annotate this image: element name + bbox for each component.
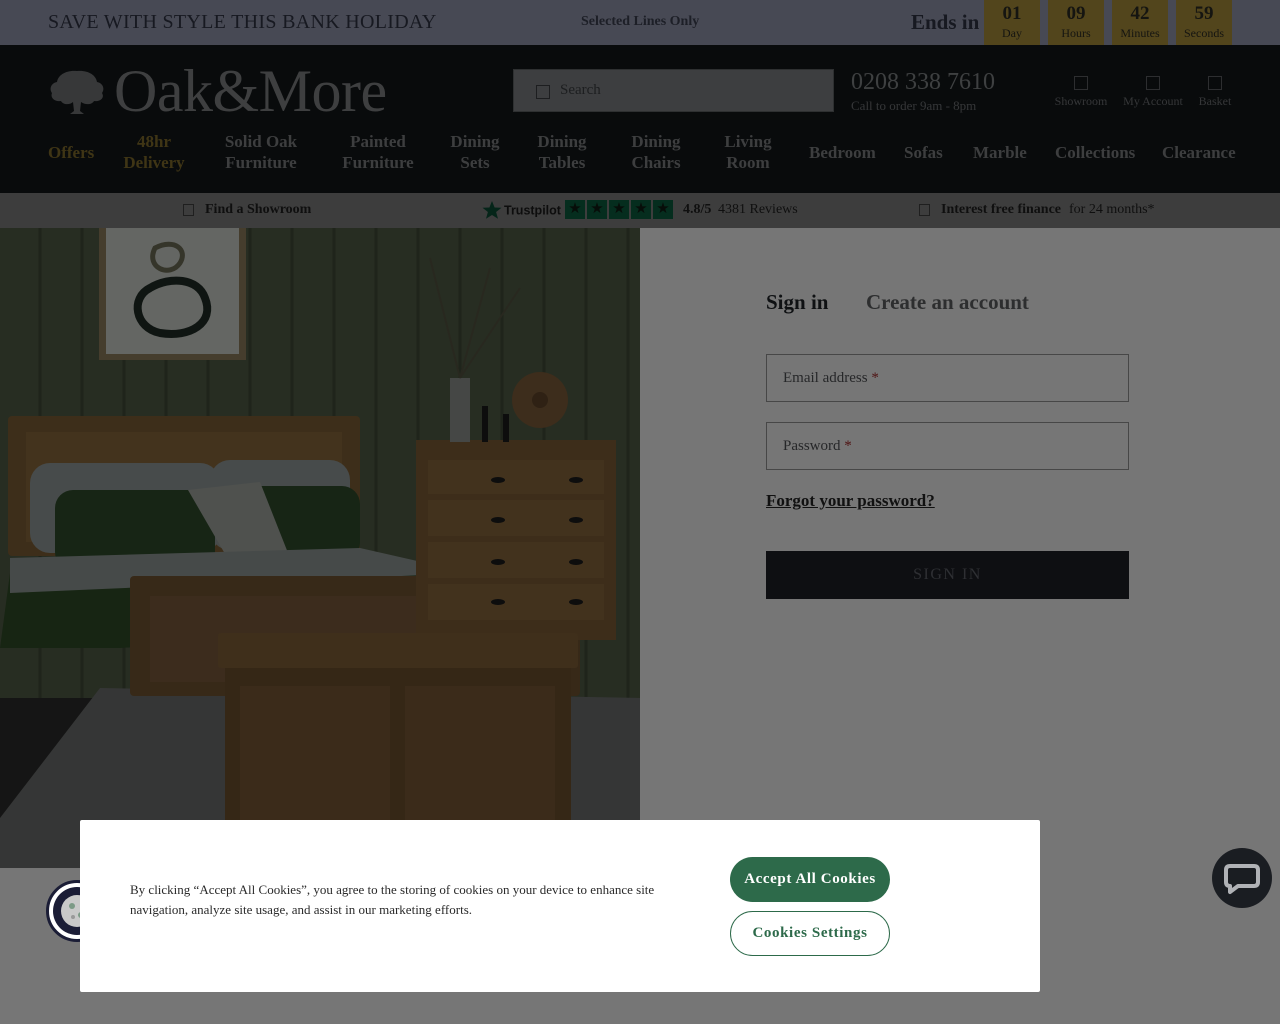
accept-all-cookies-button[interactable]: Accept All Cookies	[730, 857, 890, 902]
basket-link[interactable]: Basket	[1198, 76, 1232, 109]
my-account-link[interactable]: My Account	[1122, 76, 1184, 109]
email-field[interactable]: Email address *	[766, 354, 1129, 402]
finance-rest-text: for 24 months*	[1069, 202, 1155, 217]
find-showroom-link[interactable]: Find a Showroom	[205, 202, 311, 218]
nav-clearance[interactable]: Clearance	[1162, 142, 1236, 163]
trustpilot-reviews[interactable]: 4381 Reviews	[718, 202, 798, 218]
trustpilot-logo[interactable]: Trustpilot	[482, 200, 562, 225]
nav-solid-oak-furniture[interactable]: Solid Oak Furniture	[222, 131, 300, 173]
search-input[interactable]	[560, 70, 830, 111]
cookies-settings-button[interactable]: Cookies Settings	[730, 911, 890, 956]
sign-in-button[interactable]: SIGN IN	[766, 551, 1129, 599]
oak-tree-logo-icon[interactable]	[48, 67, 106, 115]
nav-dining-sets[interactable]: Dining Sets	[448, 131, 502, 173]
nav-offers[interactable]: Offers	[48, 142, 94, 163]
chat-icon	[1224, 864, 1260, 894]
nav-dining-chairs[interactable]: Dining Chairs	[626, 131, 686, 173]
countdown-label: Ends in	[911, 10, 980, 34]
password-field[interactable]: Password *	[766, 422, 1129, 470]
star-icon: ★	[631, 200, 651, 219]
promo-bar: SAVE WITH STYLE THIS BANK HOLIDAY Select…	[0, 0, 1280, 45]
star-icon: ★	[653, 200, 673, 219]
search-box[interactable]	[513, 69, 834, 112]
tab-create-account[interactable]: Create an account	[866, 290, 1029, 315]
basket-icon	[1208, 76, 1222, 90]
star-icon: ★	[565, 200, 585, 219]
nav-48hr-delivery[interactable]: 48hr Delivery	[120, 131, 188, 173]
countdown-minutes: 42 Minutes	[1112, 0, 1168, 45]
store-icon	[1074, 76, 1088, 90]
logo-wordmark[interactable]: Oak&More	[114, 57, 387, 126]
trustpilot-rating: 4.8/5	[683, 202, 712, 217]
nav-marble[interactable]: Marble	[973, 142, 1027, 163]
svg-text:Trustpilot: Trustpilot	[504, 204, 562, 218]
cookie-consent-text: By clicking “Accept All Cookies”, you ag…	[130, 882, 655, 917]
phone-number[interactable]: 0208 338 7610	[851, 69, 995, 96]
showroom-link[interactable]: Showroom	[1054, 76, 1108, 109]
promo-subtitle: Selected Lines Only	[581, 14, 700, 29]
trustpilot-star-icon: Trustpilot	[482, 201, 562, 219]
password-input[interactable]	[767, 423, 1128, 469]
nav-painted-furniture[interactable]: Painted Furniture	[340, 131, 416, 173]
cookie-banner: By clicking “Accept All Cookies”, you ag…	[80, 820, 1040, 992]
nav-living-room[interactable]: Living Room	[720, 131, 776, 173]
location-icon	[183, 204, 194, 216]
nav-bedroom[interactable]: Bedroom	[809, 142, 876, 163]
tab-sign-in[interactable]: Sign in	[766, 290, 828, 315]
bedroom-hero-image	[0, 228, 640, 868]
finance-bold-text[interactable]: Interest free finance	[941, 202, 1061, 218]
nav-sofas[interactable]: Sofas	[904, 142, 943, 163]
search-icon	[536, 85, 550, 99]
site-header: Oak&More 0208 338 7610 Call to order 9am…	[0, 45, 1280, 193]
live-chat-button[interactable]	[1212, 848, 1272, 908]
trustpilot-stars: ★ ★ ★ ★ ★	[565, 200, 673, 219]
star-icon: ★	[609, 200, 629, 219]
countdown-hours: 09 Hours	[1048, 0, 1104, 45]
promo-title: SAVE WITH STYLE THIS BANK HOLIDAY	[48, 11, 437, 33]
countdown-days: 01 Day	[984, 0, 1040, 45]
countdown-seconds: 59 Seconds	[1176, 0, 1232, 45]
email-input[interactable]	[767, 355, 1128, 401]
nav-collections[interactable]: Collections	[1055, 142, 1135, 163]
user-icon	[1146, 76, 1160, 90]
phone-hours: Call to order 9am - 8pm	[851, 98, 977, 113]
forgot-password-link[interactable]: Forgot your password?	[766, 491, 935, 511]
nav-dining-tables[interactable]: Dining Tables	[534, 131, 590, 173]
finance-icon	[919, 204, 930, 216]
star-icon: ★	[587, 200, 607, 219]
